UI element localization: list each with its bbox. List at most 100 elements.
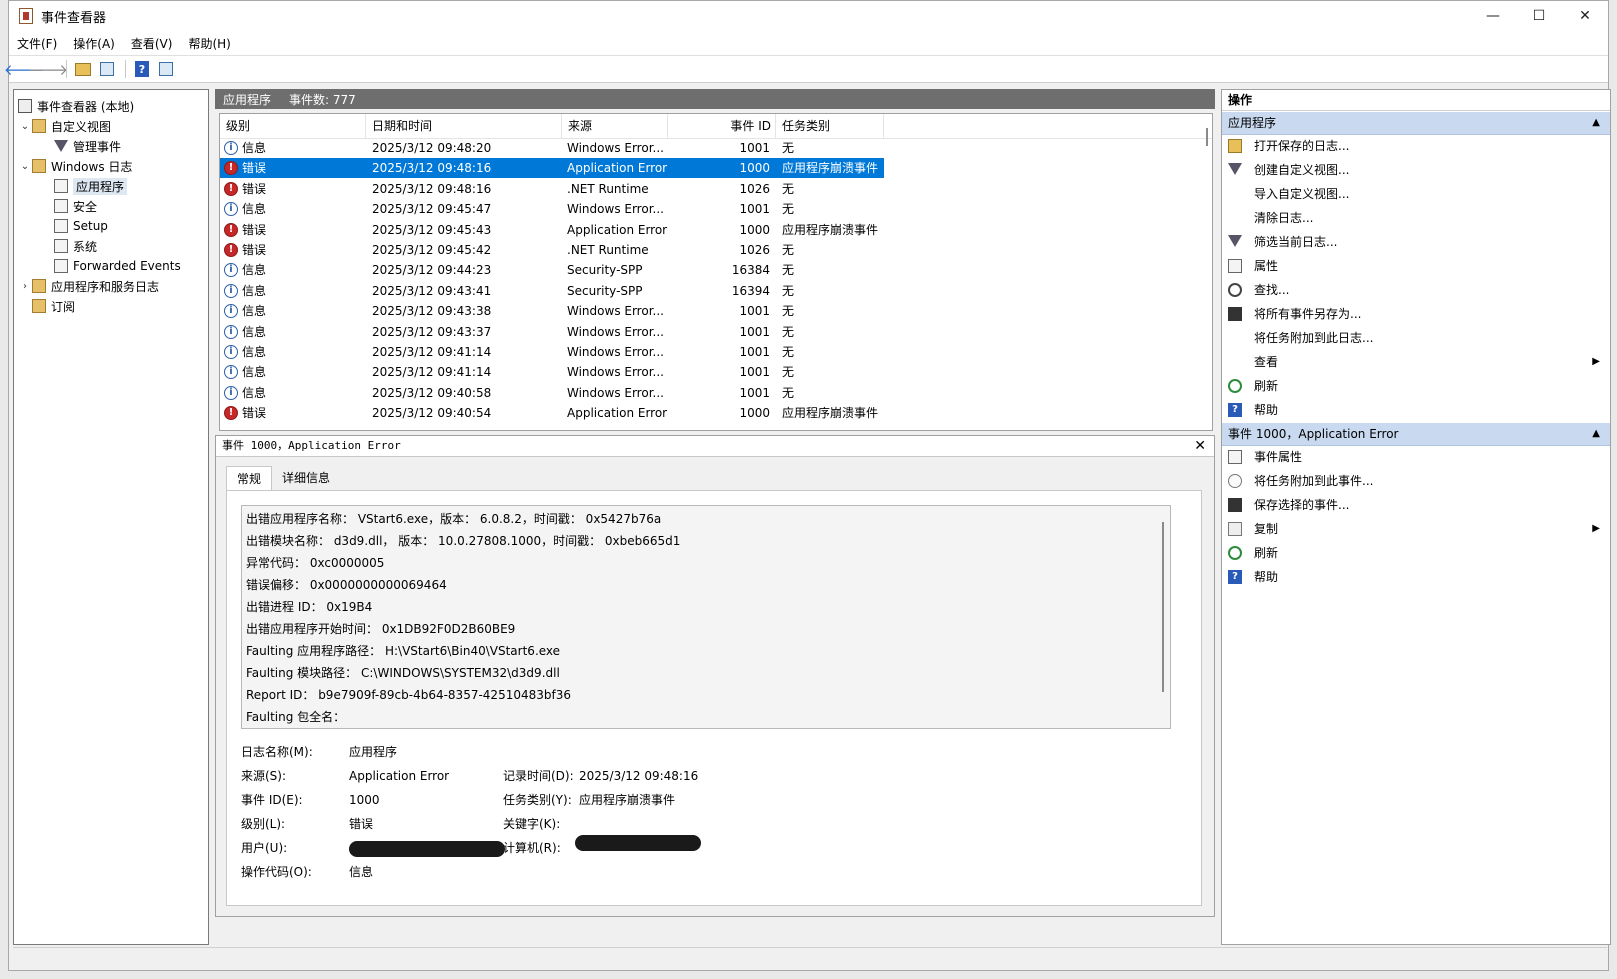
column-task-category[interactable]: 任务类别 [776, 114, 884, 138]
table-row[interactable]: i 信息 2025/3/12 09:40:58 Windows Error... 100… [220, 383, 884, 403]
column-level[interactable]: 级别 [220, 114, 366, 138]
menu-action[interactable]: 操作(A) [73, 35, 115, 52]
action-item[interactable]: 刷新 [1222, 374, 1610, 398]
action-item[interactable]: 清除日志... [1222, 206, 1610, 230]
column-datetime[interactable]: 日期和时间 [366, 114, 562, 138]
action-item[interactable]: 查找... [1222, 278, 1610, 302]
menu-file[interactable]: 文件(F) [17, 35, 57, 52]
cell-level: 错误 [242, 161, 267, 176]
cell-source: Windows Error... [567, 202, 664, 217]
action-item[interactable]: 复制 ▶ [1222, 517, 1610, 541]
tree-item-root[interactable]: 事件查看器 (本地) [18, 96, 134, 116]
message-line: 出错模块名称： d3d9.dll， 版本： 10.0.27808.1000，时间… [246, 534, 681, 548]
action-item[interactable]: 属性 [1222, 254, 1610, 278]
action-item[interactable]: 查看 ▶ [1222, 350, 1610, 374]
tree-item-application[interactable]: 应用程序 [54, 176, 128, 196]
tree-item-subscriptions[interactable]: 订阅 [32, 296, 75, 316]
table-row[interactable]: i 信息 2025/3/12 09:41:14 Windows Error... 100… [220, 362, 884, 382]
event-viewer-icon [19, 8, 33, 24]
show-hide-tree-button[interactable] [96, 59, 118, 79]
action-label: 创建自定义视图... [1254, 163, 1350, 177]
cell-level: 信息 [242, 141, 267, 155]
up-folder-button[interactable] [72, 59, 94, 79]
column-source[interactable]: 来源 [562, 114, 668, 138]
action-label: 筛选当前日志... [1254, 235, 1338, 249]
tab-general[interactable]: 常规 [226, 466, 273, 491]
maximize-button[interactable]: ☐ [1516, 1, 1562, 31]
cell-id: 1001 [739, 304, 770, 319]
section-label: 事件 1000，Application Error [1228, 427, 1399, 441]
table-row[interactable]: ! 错误 2025/3/12 09:45:43 Application Error 10… [220, 220, 884, 240]
table-row[interactable]: ! 错误 2025/3/12 09:40:54 Application Error 10… [220, 403, 884, 423]
tree-item-security[interactable]: 安全 [54, 196, 97, 216]
collapse-up-icon[interactable]: ▲ [1592, 112, 1600, 134]
expand-icon[interactable]: › [18, 281, 32, 292]
menu-view[interactable]: 查看(V) [131, 35, 173, 52]
action-item[interactable]: 打开保存的日志... [1222, 134, 1610, 158]
submenu-arrow-icon: ▶ [1592, 356, 1600, 367]
tree-item-custom-views[interactable]: ⌄ 自定义视图 [18, 116, 111, 136]
action-label: 清除日志... [1254, 211, 1314, 225]
table-row[interactable]: i 信息 2025/3/12 09:43:41 Security-SPP 16394 无 [220, 281, 884, 301]
close-button[interactable]: ✕ [1562, 1, 1608, 31]
tree-item-windows-logs[interactable]: ⌄ Windows 日志 [18, 156, 132, 176]
cell-task: 应用程序崩溃事件 [782, 406, 879, 421]
help-toolbar-button[interactable]: ? [131, 59, 153, 79]
table-row[interactable]: ! 错误 2025/3/12 09:45:42 .NET Runtime 1026 无 [220, 240, 884, 260]
menu-help[interactable]: 帮助(H) [188, 35, 230, 52]
collapse-icon[interactable]: ⌄ [18, 161, 32, 172]
section-label: 应用程序 [1228, 116, 1277, 130]
action-item[interactable]: 事件属性 [1222, 445, 1610, 469]
tree-item-system[interactable]: 系统 [54, 236, 97, 256]
action-item[interactable]: 保存选择的事件... [1222, 493, 1610, 517]
table-row[interactable]: ! 错误 2025/3/12 09:48:16 Application Error 10… [220, 158, 884, 179]
action-label: 打开保存的日志... [1254, 139, 1350, 153]
table-row[interactable]: i 信息 2025/3/12 09:45:47 Windows Error... 100… [220, 199, 884, 219]
action-item[interactable]: 导入自定义视图... [1222, 182, 1610, 206]
event-detail-title: 事件 1000，Application Error [216, 436, 1214, 457]
tree-item-setup[interactable]: Setup [54, 216, 108, 236]
close-detail-icon[interactable]: ✕ [1194, 436, 1206, 456]
cell-source: Windows Error... [567, 324, 664, 339]
action-item[interactable]: ? 帮助 [1222, 565, 1610, 589]
collapse-up-icon[interactable]: ▲ [1592, 423, 1600, 445]
show-hide-action-pane-button[interactable] [155, 59, 177, 79]
message-scrollbar[interactable] [1162, 522, 1164, 692]
cell-task: 无 [782, 243, 795, 257]
action-label: 帮助 [1254, 403, 1279, 417]
action-item[interactable]: 将所有事件另存为... [1222, 302, 1610, 326]
table-row[interactable]: i 信息 2025/3/12 09:41:14 Windows Error... 100… [220, 342, 884, 362]
action-item[interactable]: 筛选当前日志... [1222, 230, 1610, 254]
action-item[interactable]: 创建自定义视图... [1222, 158, 1610, 182]
event-list-scrollbar[interactable] [1206, 128, 1208, 146]
action-item[interactable]: 刷新 [1222, 541, 1610, 565]
cell-source: .NET Runtime [567, 243, 649, 257]
title-bar: 事件查看器 — ☐ ✕ [9, 1, 1608, 31]
action-item[interactable]: ? 帮助 [1222, 398, 1610, 422]
tree-item-app-service-logs[interactable]: › 应用程序和服务日志 [18, 276, 159, 296]
action-label: 导入自定义视图... [1254, 187, 1350, 201]
minimize-button[interactable]: — [1470, 1, 1516, 31]
source-value: Application Error [349, 769, 450, 783]
action-item[interactable]: 将任务附加到此日志... [1222, 326, 1610, 350]
table-row[interactable]: i 信息 2025/3/12 09:44:23 Security-SPP 16384 无 [220, 260, 884, 280]
tree-item-forwarded-events[interactable]: Forwarded Events [54, 256, 181, 276]
actions-section-event[interactable]: 事件 1000，Application Error ▲ [1222, 423, 1610, 446]
column-event-id[interactable]: 事件 ID [668, 114, 776, 138]
tree-item-admin-events[interactable]: 管理事件 [54, 136, 121, 156]
action-label: 查找... [1254, 283, 1290, 297]
tab-details[interactable]: 详细信息 [272, 466, 340, 490]
table-row[interactable]: i 信息 2025/3/12 09:43:38 Windows Error... 100… [220, 301, 884, 321]
keywords-label: 关键字(K): [503, 817, 561, 831]
table-row[interactable]: i 信息 2025/3/12 09:48:20 Windows Error... 100… [220, 138, 884, 158]
table-row[interactable]: ! 错误 2025/3/12 09:48:16 .NET Runtime 1026 无 [220, 179, 884, 199]
cell-task: 无 [782, 324, 795, 339]
forward-button[interactable]: 🡒 [28, 59, 68, 79]
actions-section-application[interactable]: 应用程序 ▲ [1222, 112, 1610, 135]
event-message-box[interactable]: 出错应用程序名称： VStart6.exe，版本： 6.0.8.2，时间戳： 0… [241, 505, 1171, 729]
console-tree: 事件查看器 (本地) ⌄ 自定义视图 管理事件 ⌄ Windows 日志 应用程… [13, 89, 209, 945]
collapse-icon[interactable]: ⌄ [18, 121, 32, 132]
table-row[interactable]: i 信息 2025/3/12 09:43:37 Windows Error... 100… [220, 322, 884, 342]
cell-level: 错误 [242, 181, 267, 196]
action-item[interactable]: 将任务附加到此事件... [1222, 469, 1610, 493]
